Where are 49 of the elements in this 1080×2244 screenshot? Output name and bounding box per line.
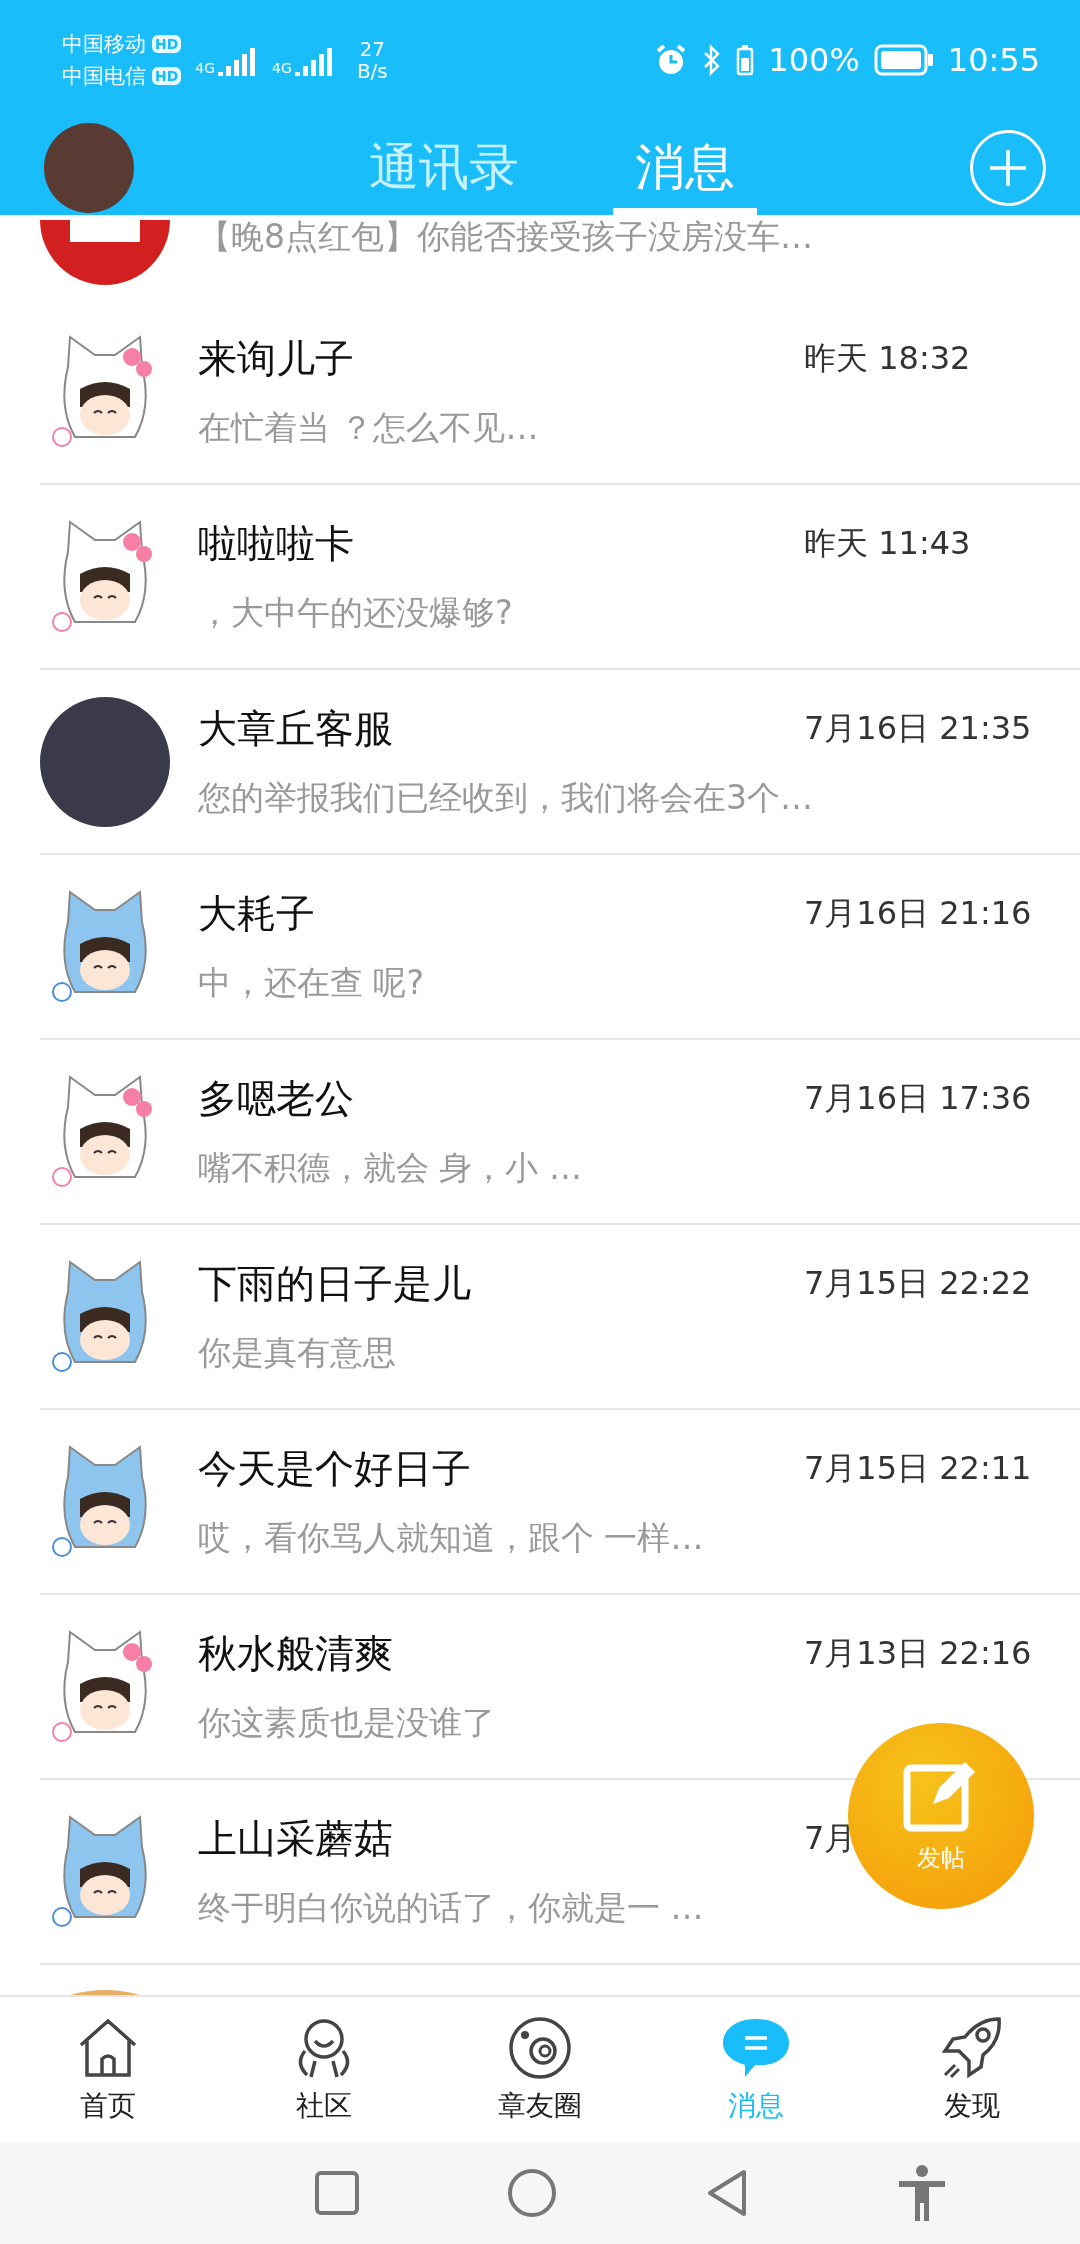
- network-type: 4G: [195, 60, 216, 76]
- message-preview: 哎，看你骂人就知道，跟个 一样…: [198, 1517, 705, 1559]
- contact-name: 秋水般清爽: [198, 1630, 393, 1678]
- network-speed: 27: [359, 38, 386, 60]
- nav-item[interactable]: 发现: [864, 1997, 1080, 2142]
- message-time: 7月15日 22:11: [804, 1448, 1032, 1489]
- message-time: 7月16日 17:36: [804, 1078, 1032, 1119]
- plus-icon: [988, 147, 1028, 188]
- nav-item[interactable]: 社区: [216, 1997, 432, 2142]
- contact-name: 上山采蘑菇: [198, 1815, 393, 1863]
- message-time: 7月16日 21:16: [804, 893, 1032, 934]
- message-preview: 您的举报我们已经收到，我们将会在3个…: [198, 777, 814, 819]
- message-preview: 在忙着当 ？怎么不见…: [198, 407, 540, 449]
- speed-unit: B/s: [356, 60, 388, 82]
- contact-name: 大章丘客服: [198, 705, 393, 753]
- carrier-name: 中国电信: [62, 63, 146, 90]
- message-preview: 你这素质也是没谁了: [198, 1702, 496, 1744]
- message-preview: ，大中午的还没爆够?: [198, 592, 514, 634]
- message-preview: 【晚8点红包】你能否接受孩子没房没车…: [198, 216, 814, 258]
- battery-small-icon: [736, 44, 755, 76]
- message-time: 昨天 18:32: [804, 338, 971, 379]
- recents-icon[interactable]: [313, 2170, 360, 2216]
- nav-item[interactable]: 首页: [0, 1997, 216, 2142]
- message-time: 7月13日 22:16: [804, 1633, 1032, 1674]
- clock: 10:55: [947, 41, 1040, 79]
- hd-badge: HD: [152, 35, 182, 53]
- contact-name: 下雨的日子是儿: [198, 1260, 471, 1308]
- carrier-name: 中国移动: [62, 31, 146, 58]
- hd-badge: HD: [152, 67, 182, 85]
- contact-name: 来询儿子: [198, 335, 354, 383]
- home-circle-icon[interactable]: [506, 2168, 557, 2218]
- message-preview: 嘴不积德，就会 身，小 …: [198, 1147, 583, 1189]
- nav-item[interactable]: 章友圈: [432, 1997, 648, 2142]
- message-preview: 终于明白你说的话了，你就是一 …: [198, 1887, 705, 1929]
- message-time: 7月15日 22:22: [804, 1263, 1032, 1304]
- battery-percent: 100%: [768, 41, 860, 79]
- battery-icon: [873, 44, 934, 76]
- orbit-icon: [507, 2014, 573, 2081]
- message-preview: 你是真有意思: [198, 1332, 397, 1374]
- contact-name: 大耗子: [198, 890, 315, 938]
- network-type: 4G: [272, 60, 292, 76]
- add-button[interactable]: [970, 129, 1046, 206]
- contact-name: 今天是个好日子: [198, 1445, 471, 1493]
- message-time: 7月16日 21:35: [804, 708, 1032, 749]
- message-time: 昨天 11:43: [804, 523, 971, 564]
- contact-name: 多嗯老公: [198, 1075, 354, 1123]
- message-preview: 中，还在查 呢?: [198, 962, 425, 1004]
- contact-name: 啦啦啦卡: [198, 520, 354, 568]
- accessibility-icon[interactable]: [896, 2165, 947, 2221]
